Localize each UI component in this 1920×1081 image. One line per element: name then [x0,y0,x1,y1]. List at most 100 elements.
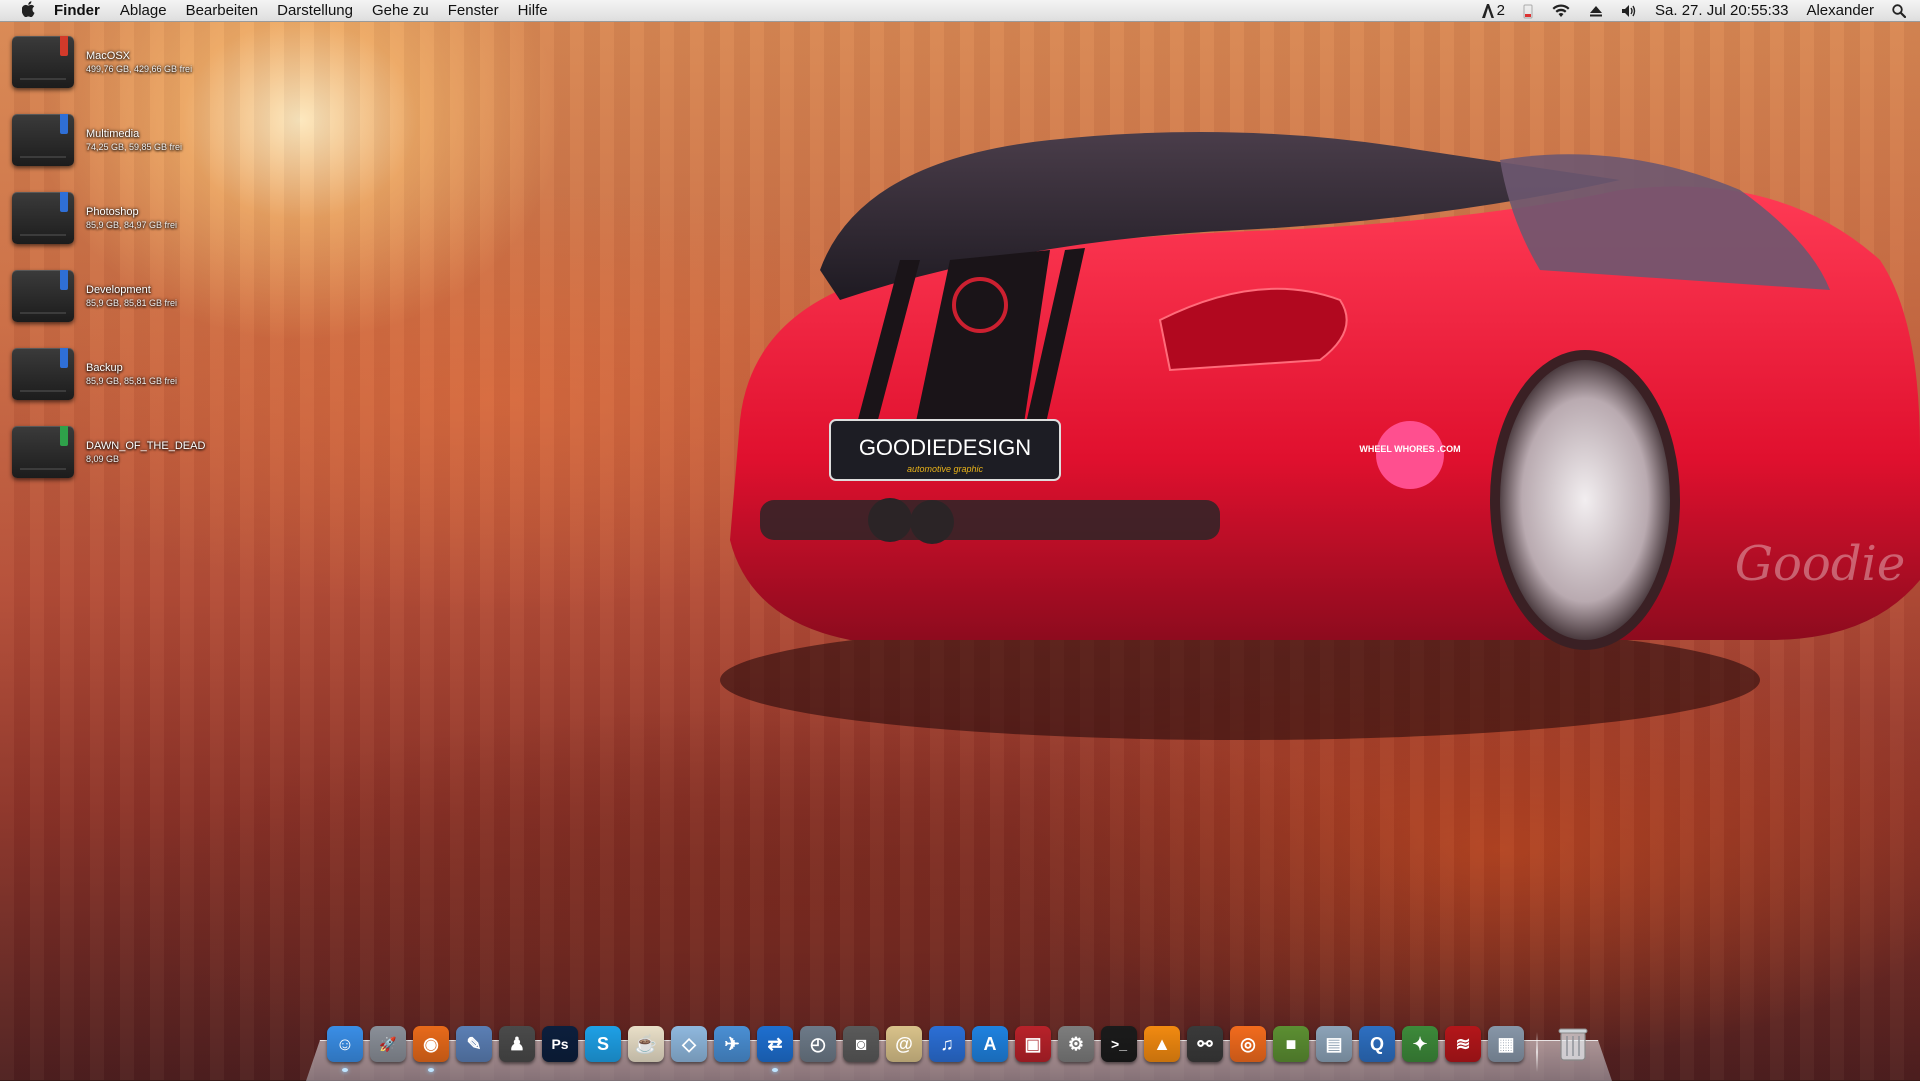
dock-item-launchpad[interactable]: 🚀 [369,1024,407,1064]
preview-icon[interactable]: ✎ [456,1026,492,1062]
dock-item-teamviewer[interactable]: ⇄ [756,1024,794,1072]
itunes-icon[interactable]: ♫ [929,1026,965,1062]
dock-item-preview[interactable]: ✎ [455,1024,493,1064]
desktop-drive-dawn-of-the-dead[interactable]: DAWN_OF_THE_DEAD 8,09 GB [12,426,272,490]
dock-item-minecraft[interactable]: ■ [1272,1024,1310,1064]
drive-slot [20,468,66,470]
origin-icon[interactable]: ◎ [1230,1026,1266,1062]
menu-app-finder[interactable]: Finder [54,2,100,19]
hard-drive-icon[interactable] [12,348,74,400]
menu-clock[interactable]: Sa. 27. Jul 20:55:33 [1655,2,1788,19]
dock-item-app-store[interactable]: A [971,1024,1009,1064]
dock-item-vlc[interactable]: ▲ [1143,1024,1181,1064]
dock-item-hacker[interactable]: ♟ [498,1024,536,1064]
hard-drive-icon[interactable] [12,192,74,244]
dock-item-trash[interactable] [1554,1024,1592,1064]
launchpad-icon[interactable]: 🚀 [370,1026,406,1062]
menu-fenster[interactable]: Fenster [448,2,499,19]
volume-icon[interactable] [1621,3,1637,19]
mail-icon[interactable]: ✈ [714,1026,750,1062]
running-indicator [342,1068,348,1072]
menu-gehe-zu[interactable]: Gehe zu [372,2,429,19]
dock-item-terminal[interactable]: >_ [1100,1024,1138,1064]
time-machine-icon[interactable]: ◴ [800,1026,836,1062]
hacker-icon[interactable]: ♟ [499,1026,535,1062]
desktop-drive-development[interactable]: Development 85,9 GB, 85,81 GB frei [12,270,272,334]
steam-icon[interactable]: ⚯ [1187,1026,1223,1062]
finder-icon[interactable]: ☺ [327,1026,363,1062]
dock-item-finder[interactable]: ☺ [326,1024,364,1072]
dock-item-photoshop[interactable]: Ps [541,1024,579,1064]
eject-icon[interactable] [1589,3,1603,19]
menu-bearbeiten[interactable]: Bearbeiten [186,2,259,19]
image-capture-icon[interactable]: ▦ [1488,1026,1524,1062]
dock-item-coffee[interactable]: ☕ [627,1024,665,1064]
teamviewer-icon[interactable]: ⇄ [757,1026,793,1062]
dock-item-contacts[interactable]: @ [885,1024,923,1064]
virtualbox-icon[interactable]: ◇ [671,1026,707,1062]
globe-icon[interactable]: ✦ [1402,1026,1438,1062]
coffee-icon[interactable]: ☕ [628,1026,664,1062]
dock-item-mail[interactable]: ✈ [713,1024,751,1064]
photoshop-icon[interactable]: Ps [542,1026,578,1062]
spotlight-search-icon[interactable] [1892,3,1906,19]
contacts-icon[interactable]: @ [886,1026,922,1062]
battery-status-icon[interactable] [1523,3,1533,19]
dock-item-photo-booth[interactable]: ▣ [1014,1024,1052,1064]
dock-item-quicktime[interactable]: Q [1358,1024,1396,1064]
desktop-drive-photoshop[interactable]: Photoshop 85,9 GB, 84,97 GB frei [12,192,272,256]
dock-item-image-capture[interactable]: ▦ [1487,1024,1525,1064]
terminal-icon[interactable]: >_ [1101,1026,1137,1062]
drive-name-label[interactable]: DAWN_OF_THE_DEAD [86,440,205,452]
hard-drive-icon[interactable] [12,114,74,166]
hard-drive-icon[interactable] [12,36,74,88]
drive-name-label[interactable]: Multimedia [86,128,139,140]
wifi-icon[interactable] [1551,3,1571,19]
system-preferences-icon[interactable]: ⚙ [1058,1026,1094,1062]
vlc-icon[interactable]: ▲ [1144,1026,1180,1062]
desktop-drive-macosx[interactable]: MacOSX 499,76 GB, 429,66 GB frei [12,36,272,100]
menu-user-name[interactable]: Alexander [1806,2,1874,19]
drive-name-label[interactable]: Development [86,284,151,296]
dock-item-steam[interactable]: ⚯ [1186,1024,1224,1064]
dock-item-filezilla[interactable]: ≋ [1444,1024,1482,1064]
notification-status[interactable]: 2 [1481,2,1505,19]
dock-item-facetime[interactable]: ◙ [842,1024,880,1064]
dock-item-preview-photos[interactable]: ▤ [1315,1024,1353,1064]
drive-tag-marker [60,426,68,446]
dock: ☺ 🚀 ◉ ✎ ♟ Ps S ☕ ◇ ✈ ⇄ ◴ ◙ @ ♫ A ▣ ⚙ >_ ▲ ⚯ ◎ ■ ▤ Q ✦ ≋ ▦ [326,1024,1596,1078]
dock-item-system-preferences[interactable]: ⚙ [1057,1024,1095,1064]
dock-item-itunes[interactable]: ♫ [928,1024,966,1064]
facetime-icon[interactable]: ◙ [843,1026,879,1062]
firefox-icon[interactable]: ◉ [413,1026,449,1062]
photo-booth-icon[interactable]: ▣ [1015,1026,1051,1062]
dock-item-origin[interactable]: ◎ [1229,1024,1267,1064]
menu-ablage[interactable]: Ablage [120,2,167,19]
app-store-icon[interactable]: A [972,1026,1008,1062]
quicktime-icon[interactable]: Q [1359,1026,1395,1062]
menu-hilfe[interactable]: Hilfe [518,2,548,19]
drive-name-label[interactable]: Photoshop [86,206,139,218]
dock-item-virtualbox[interactable]: ◇ [670,1024,708,1064]
drive-name-label[interactable]: MacOSX [86,50,130,62]
dock-item-skype[interactable]: S [584,1024,622,1064]
dock-item-time-machine[interactable]: ◴ [799,1024,837,1064]
drive-name-label[interactable]: Backup [86,362,123,374]
apple-menu-icon[interactable] [18,0,40,21]
desktop-drive-backup[interactable]: Backup 85,9 GB, 85,81 GB frei [12,348,272,412]
filezilla-icon[interactable]: ≋ [1445,1026,1481,1062]
menu-darstellung[interactable]: Darstellung [277,2,353,19]
desktop-drive-multimedia[interactable]: Multimedia 74,25 GB, 59,85 GB frei [12,114,272,178]
drive-tag-marker [60,36,68,56]
preview-photos-icon[interactable]: ▤ [1316,1026,1352,1062]
adobe-icon [1481,3,1494,18]
dock-item-globe[interactable]: ✦ [1401,1024,1439,1064]
minecraft-icon[interactable]: ■ [1273,1026,1309,1062]
running-indicator [428,1068,434,1072]
hard-drive-icon[interactable] [12,426,74,478]
dock-item-firefox[interactable]: ◉ [412,1024,450,1072]
skype-icon[interactable]: S [585,1026,621,1062]
hard-drive-icon[interactable] [12,270,74,322]
drive-slot [20,390,66,392]
trash-icon[interactable] [1558,1026,1588,1062]
